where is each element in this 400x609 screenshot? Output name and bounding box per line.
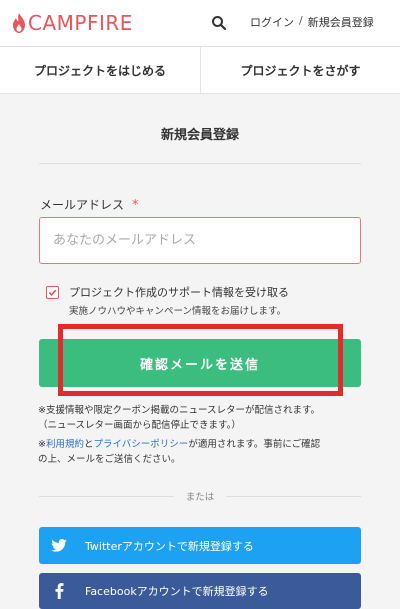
privacy-policy-link[interactable]: プライバシーポリシー	[94, 439, 189, 450]
email-label-text: メールアドレス	[40, 198, 125, 212]
tab-find-project[interactable]: プロジェクトをさがす	[200, 47, 400, 93]
email-field-label: メールアドレス *	[40, 196, 139, 213]
terms-note-line2: の上、メールをご送信ください。	[38, 454, 181, 465]
header-links: ログイン / 新規会員登録	[250, 14, 374, 30]
newsletter-checkbox[interactable]	[46, 286, 59, 299]
flame-icon	[13, 13, 25, 33]
newsletter-note: ※支援情報や限定クーポン掲載のニュースレターが配信されます。 （ニュースレター画…	[38, 403, 368, 433]
newsletter-note-line1: ※支援情報や限定クーポン掲載のニュースレターが配信されます。	[38, 405, 321, 416]
site-header: CAMPFIRE ログイン / 新規会員登録	[0, 0, 400, 46]
terms-note-line1: ※利用規約とプライバシーポリシーが適用されます。事前にご確認	[38, 437, 368, 452]
login-link[interactable]: ログイン	[250, 14, 294, 30]
twitter-signup-button[interactable]: Twitterアカウントで新規登録する	[39, 527, 361, 564]
terms-note-prefix: ※	[38, 439, 46, 450]
register-link[interactable]: 新規会員登録	[308, 14, 374, 30]
terms-note: ※利用規約とプライバシーポリシーが適用されます。事前にご確認 の上、メールをご送…	[38, 437, 368, 467]
campfire-logo[interactable]: CAMPFIRE	[12, 8, 133, 38]
main-nav: プロジェクトをはじめる プロジェクトをさがす	[0, 46, 400, 94]
page-title: 新規会員登録	[160, 128, 239, 143]
or-divider-line-right	[226, 496, 361, 497]
newsletter-note-line2: （ニュースレター画面から配信停止できます。）	[38, 420, 241, 431]
search-icon[interactable]	[211, 15, 227, 31]
twitter-signup-label: Twitterアカウントで新規登録する	[85, 539, 254, 553]
terms-note-and: と	[83, 439, 94, 450]
checkmark-icon	[48, 289, 57, 297]
terms-note-rest: が適用されます。事前にご確認	[188, 439, 321, 450]
facebook-icon	[39, 583, 79, 599]
logo-text: CAMPFIRE	[28, 11, 133, 35]
title-divider	[39, 163, 361, 164]
facebook-signup-label: Facebookアカウントで新規登録する	[85, 585, 269, 598]
header-link-separator: /	[299, 14, 303, 27]
notes: ※支援情報や限定クーポン掲載のニュースレターが配信されます。 （ニュースレター画…	[38, 403, 368, 471]
facebook-signup-button[interactable]: Facebookアカウントで新規登録する	[39, 573, 361, 609]
tab-start-project[interactable]: プロジェクトをはじめる	[0, 47, 200, 93]
send-confirmation-email-button[interactable]: 確認メールを送信	[39, 339, 361, 387]
or-divider: または	[39, 489, 361, 503]
required-mark: *	[132, 198, 139, 213]
email-input[interactable]	[39, 217, 361, 264]
twitter-icon	[39, 539, 79, 552]
terms-link[interactable]: 利用規約	[46, 439, 84, 450]
newsletter-checkbox-label[interactable]: プロジェクト作成のサポート情報を受け取る	[69, 284, 289, 300]
newsletter-checkbox-subtext: 実施ノウハウやキャンペーン情報をお届けします。	[69, 306, 287, 317]
